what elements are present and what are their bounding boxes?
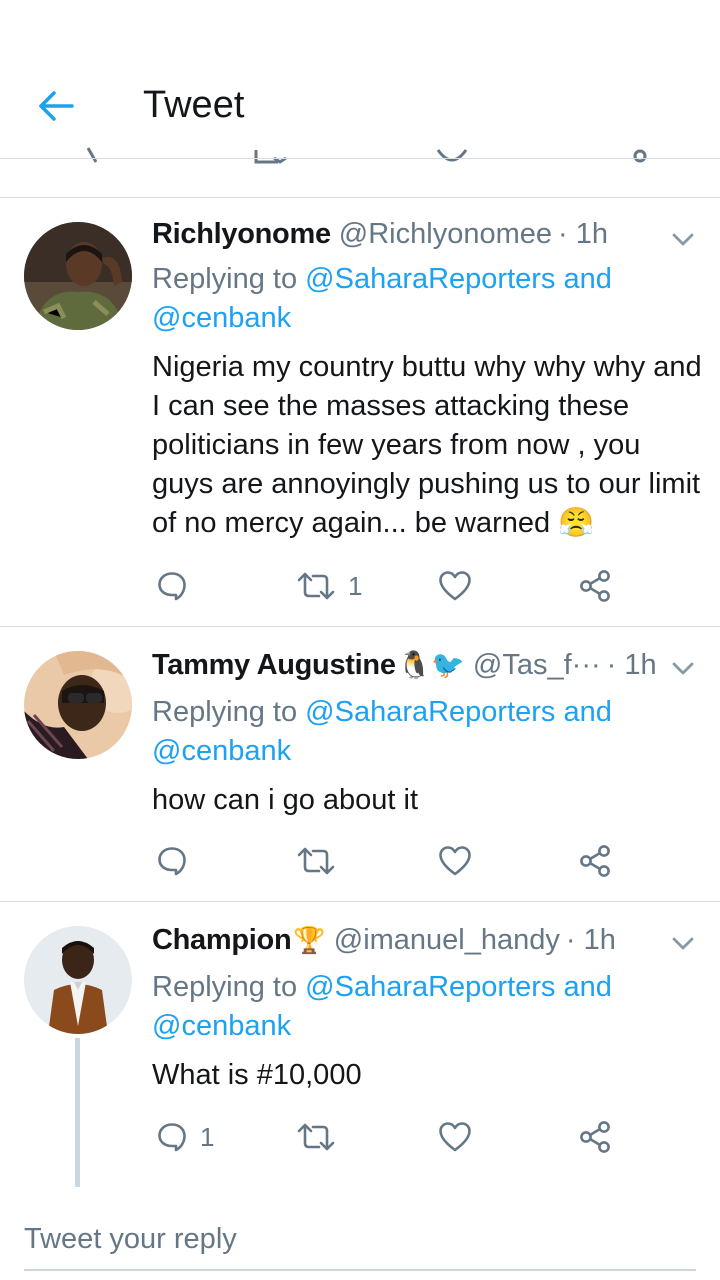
top-app-bar: Tweet [0, 0, 720, 158]
share-icon [580, 570, 610, 602]
reply-tweet[interactable]: Tammy Augustine 🐧🐦 @Tas_f··· · 1h Replyin… [0, 627, 720, 901]
reply-button[interactable]: 1 [156, 1115, 214, 1159]
retweet-count: 1 [348, 570, 363, 601]
reply-icon [158, 1123, 186, 1152]
replying-to: Replying to @SaharaReporters and @cenban… [152, 260, 672, 338]
tweet-header: Tammy Augustine 🐧🐦 @Tas_f··· · 1h [152, 649, 657, 682]
user-handle[interactable]: @Richlyonomee [339, 218, 552, 251]
retweet-icon[interactable] [252, 140, 288, 170]
like-button[interactable] [438, 564, 484, 608]
replying-to-label: Replying to [152, 263, 306, 295]
avatar[interactable] [24, 222, 132, 330]
back-button[interactable] [30, 82, 82, 130]
replying-to: Replying to @SaharaReporters and @cenban… [152, 968, 672, 1046]
retweet-button[interactable] [296, 839, 348, 883]
retweet-icon [297, 847, 335, 875]
timestamp: · 1h [558, 218, 608, 250]
chevron-down-icon[interactable] [668, 224, 698, 254]
reply-icon[interactable] [84, 140, 120, 170]
like-button[interactable] [438, 1115, 484, 1159]
reply-icon [158, 847, 186, 876]
retweet-icon [297, 1123, 335, 1151]
avatar-image [24, 651, 132, 759]
reply-input[interactable] [24, 1217, 696, 1271]
tweet-actions: 1 [0, 564, 720, 608]
previous-tweet-actions [0, 140, 720, 170]
share-icon [580, 1121, 610, 1153]
compose-reply-bar [0, 1187, 720, 1280]
display-name[interactable]: Tammy Augustine [152, 649, 396, 682]
header-divider [0, 158, 720, 159]
avatar-image [24, 926, 132, 1034]
heart-icon [439, 846, 471, 876]
timestamp: · 1h [565, 924, 616, 956]
tweet-text: Nigeria my country buttu why why why and… [152, 351, 702, 539]
display-name[interactable]: Champion [152, 924, 292, 957]
share-icon[interactable] [620, 140, 656, 170]
reply-icon [158, 572, 186, 601]
display-name[interactable]: Richlyonome [152, 218, 331, 251]
reply-button[interactable] [156, 839, 200, 883]
thread-connector [75, 1038, 80, 1187]
reply-tweet[interactable]: Champion 🏆 @imanuel_handy · 1h Replying t… [0, 902, 720, 1187]
retweet-button[interactable] [296, 1115, 348, 1159]
tweet-header: Champion 🏆 @imanuel_handy · 1h [152, 924, 616, 957]
reply-count: 1 [200, 1121, 215, 1152]
chevron-down-icon[interactable] [668, 928, 698, 958]
tweet-header: Richlyonome @Richlyonomee · 1h [152, 218, 608, 251]
heart-icon [439, 1122, 471, 1152]
reply-button[interactable] [156, 564, 200, 608]
user-handle[interactable]: @Tas_f··· [473, 649, 601, 682]
replying-to-label: Replying to [152, 696, 306, 728]
avatar[interactable] [24, 926, 132, 1034]
heart-icon [439, 571, 471, 601]
avatar-image [24, 222, 132, 330]
reply-tweet[interactable]: Richlyonome @Richlyonomee · 1h Replying … [0, 198, 720, 626]
tweet-actions: 1 [0, 1115, 720, 1159]
tweet-text: What is #10,000 [152, 1059, 362, 1091]
avatar[interactable] [24, 651, 132, 759]
tweet-text: how can i go about it [152, 784, 419, 816]
share-button[interactable] [578, 564, 612, 608]
arrow-left-icon [39, 91, 74, 121]
timestamp: · 1h [606, 649, 657, 681]
tweet-actions [0, 839, 720, 883]
share-button[interactable] [578, 1115, 612, 1159]
chevron-down-icon[interactable] [668, 653, 698, 683]
heart-icon[interactable] [434, 140, 470, 170]
share-icon [580, 845, 610, 877]
name-emoji: 🏆 [293, 925, 326, 955]
like-button[interactable] [438, 839, 484, 883]
page-title: Tweet [143, 84, 245, 126]
share-button[interactable] [578, 839, 612, 883]
retweet-icon [297, 572, 335, 600]
replying-to-label: Replying to [152, 971, 306, 1003]
name-emoji: 🐧🐦 [397, 650, 465, 680]
retweet-button[interactable]: 1 [296, 564, 362, 608]
user-handle[interactable]: @imanuel_handy [334, 924, 560, 957]
replying-to: Replying to @SaharaReporters and @cenban… [152, 693, 672, 771]
